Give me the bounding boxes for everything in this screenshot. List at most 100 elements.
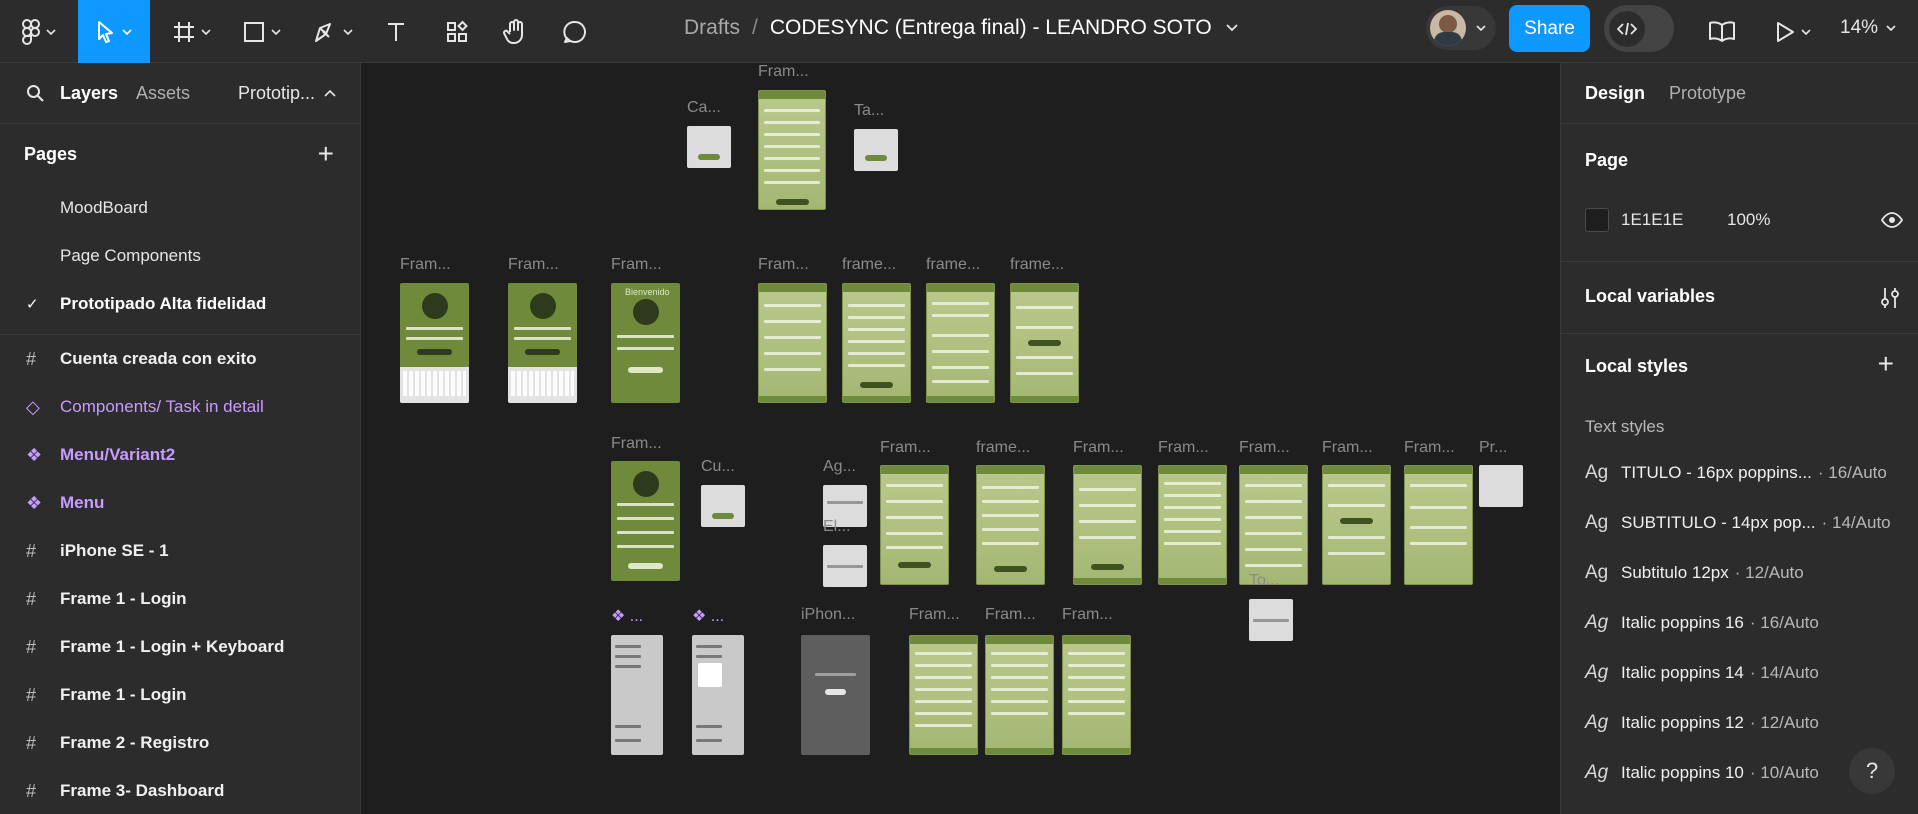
frame-tool-button[interactable] bbox=[166, 0, 218, 63]
local-variables-title[interactable]: Local variables bbox=[1585, 286, 1715, 307]
frame-label[interactable]: Ca... bbox=[687, 99, 721, 117]
layer-frame1-login[interactable]: # Frame 1 - Login bbox=[0, 575, 360, 623]
frame-thumbnail[interactable] bbox=[909, 635, 978, 755]
frame-label[interactable]: Fram... bbox=[1062, 606, 1113, 624]
zoom-menu[interactable]: 14% bbox=[1840, 0, 1896, 56]
frame-label[interactable]: Fram... bbox=[1158, 439, 1209, 457]
frame-label[interactable]: frame... bbox=[926, 256, 980, 274]
text-style-item[interactable]: Ag Subtitulo 12px · 12/Auto bbox=[1561, 548, 1918, 598]
text-style-item[interactable]: Ag TITULO - 16px poppins... · 16/Auto bbox=[1561, 448, 1918, 498]
frame-label[interactable]: Fram... bbox=[909, 606, 960, 624]
frame-thumbnail[interactable] bbox=[1239, 465, 1308, 585]
page-color-swatch[interactable] bbox=[1585, 208, 1609, 232]
chevron-up-icon[interactable] bbox=[324, 89, 336, 97]
component-thumbnail[interactable] bbox=[692, 635, 744, 755]
frame-thumbnail[interactable] bbox=[976, 465, 1045, 585]
frame-thumbnail[interactable] bbox=[926, 283, 995, 403]
frame-thumbnail[interactable] bbox=[611, 461, 680, 581]
frame-label[interactable]: Cu... bbox=[701, 458, 735, 476]
frame-thumbnail[interactable] bbox=[854, 129, 898, 171]
frame-label[interactable]: frame... bbox=[842, 256, 896, 274]
frame-label[interactable]: frame... bbox=[1010, 256, 1064, 274]
frame-thumbnail[interactable] bbox=[1479, 465, 1523, 507]
hand-tool-button[interactable] bbox=[494, 0, 536, 63]
frame-thumbnail[interactable] bbox=[1073, 465, 1142, 585]
text-style-item[interactable]: Ag SUBTITULO - 14px pop... · 14/Auto bbox=[1561, 498, 1918, 548]
text-style-item[interactable]: Ag Italic poppins 14 · 14/Auto bbox=[1561, 648, 1918, 698]
frame-thumbnail[interactable] bbox=[985, 635, 1054, 755]
frame-label[interactable]: Fram... bbox=[1239, 439, 1290, 457]
frame-thumbnail[interactable] bbox=[758, 90, 826, 210]
frame-label[interactable]: Ag... bbox=[823, 458, 856, 476]
frame-thumbnail[interactable]: Bienvenido bbox=[611, 283, 680, 403]
frame-label[interactable]: Fram... bbox=[611, 256, 662, 274]
frame-label[interactable]: Fram... bbox=[1073, 439, 1124, 457]
tab-layers[interactable]: Layers bbox=[60, 83, 118, 104]
variables-icon[interactable] bbox=[1879, 286, 1901, 310]
frame-label[interactable]: Fram... bbox=[985, 606, 1036, 624]
frame-thumbnail[interactable] bbox=[880, 465, 949, 585]
share-button[interactable]: Share bbox=[1509, 5, 1590, 52]
frame-thumbnail[interactable] bbox=[400, 283, 469, 403]
tab-prototype[interactable]: Prototype bbox=[1669, 83, 1746, 104]
comment-tool-button[interactable] bbox=[554, 0, 596, 63]
chevron-down-icon[interactable] bbox=[1226, 24, 1238, 32]
frame-label[interactable]: Fram... bbox=[508, 256, 559, 274]
layer-menu-variant2[interactable]: ❖ Menu/Variant2 bbox=[0, 431, 360, 479]
frame-label[interactable]: Fram... bbox=[758, 256, 809, 274]
frame-label[interactable]: El... bbox=[823, 518, 851, 536]
frame-label[interactable]: iPhon... bbox=[801, 606, 855, 624]
text-tool-button[interactable] bbox=[378, 0, 414, 63]
frame-label[interactable]: Fram... bbox=[1404, 439, 1455, 457]
figma-menu-button[interactable] bbox=[14, 0, 64, 63]
frame-label[interactable]: Fram... bbox=[1322, 439, 1373, 457]
frame-thumbnail[interactable] bbox=[508, 283, 577, 403]
frame-thumbnail[interactable] bbox=[1322, 465, 1391, 585]
text-style-item[interactable]: Ag Italic poppins 12 · 12/Auto bbox=[1561, 698, 1918, 748]
frame-label[interactable]: Fram... bbox=[758, 63, 809, 81]
page-item-prototipado[interactable]: ✓ Prototipado Alta fidelidad bbox=[0, 280, 360, 328]
resources-tool-button[interactable] bbox=[436, 0, 478, 63]
help-button[interactable]: ? bbox=[1849, 748, 1895, 794]
frame-thumbnail[interactable] bbox=[1249, 599, 1293, 641]
frame-thumbnail[interactable] bbox=[1062, 635, 1131, 755]
frame-label[interactable]: Ta... bbox=[854, 102, 884, 120]
eye-icon[interactable] bbox=[1881, 212, 1903, 228]
page-item-page-components[interactable]: Page Components bbox=[0, 232, 360, 280]
file-name[interactable]: CODESYNC (Entrega final) - LEANDRO SOTO bbox=[770, 16, 1212, 40]
component-thumbnail[interactable] bbox=[611, 635, 663, 755]
component-label[interactable]: ❖ ... bbox=[611, 606, 643, 626]
frame-thumbnail[interactable] bbox=[758, 283, 827, 403]
frame-thumbnail[interactable] bbox=[842, 283, 911, 403]
search-icon[interactable] bbox=[26, 84, 44, 102]
layer-components-task[interactable]: ◇ Components/ Task in detail bbox=[0, 383, 360, 431]
breadcrumb-drafts-link[interactable]: Drafts bbox=[684, 16, 740, 40]
present-button[interactable] bbox=[1770, 0, 1816, 63]
layer-frame3-dashboard[interactable]: # Frame 3- Dashboard bbox=[0, 767, 360, 814]
library-button[interactable] bbox=[1704, 0, 1740, 63]
frame-thumbnail[interactable] bbox=[1404, 465, 1473, 585]
frame-label[interactable]: Fram... bbox=[880, 439, 931, 457]
layer-menu[interactable]: ❖ Menu bbox=[0, 479, 360, 527]
component-label[interactable]: ❖ ... bbox=[692, 606, 724, 626]
page-opacity-value[interactable]: 100% bbox=[1727, 210, 1770, 230]
frame-label[interactable]: frame... bbox=[976, 439, 1030, 457]
dev-mode-toggle[interactable] bbox=[1604, 5, 1674, 52]
text-style-item[interactable]: Ag Italic poppins 16 · 16/Auto bbox=[1561, 598, 1918, 648]
add-page-button[interactable]: + bbox=[318, 138, 334, 170]
frame-label[interactable]: Fram... bbox=[611, 435, 662, 453]
frame-label[interactable]: Pr... bbox=[1479, 439, 1507, 457]
pen-tool-button[interactable] bbox=[306, 0, 360, 63]
frame-thumbnail[interactable] bbox=[801, 635, 870, 755]
shape-tool-button[interactable] bbox=[236, 0, 288, 63]
frame-thumbnail[interactable] bbox=[1158, 465, 1227, 585]
user-menu-button[interactable] bbox=[1426, 6, 1496, 50]
frame-label[interactable]: To... bbox=[1249, 572, 1279, 590]
page-switcher[interactable]: Prototip... bbox=[238, 83, 315, 104]
layer-frame1-login-keyboard[interactable]: # Frame 1 - Login + Keyboard bbox=[0, 623, 360, 671]
frame-thumbnail[interactable] bbox=[687, 126, 731, 168]
move-tool-button[interactable] bbox=[78, 0, 150, 63]
design-canvas[interactable]: Fram... Ca... Ta... Fram... Fram... Fram… bbox=[361, 63, 1560, 814]
layer-frame1-login-2[interactable]: # Frame 1 - Login bbox=[0, 671, 360, 719]
page-item-moodboard[interactable]: MoodBoard bbox=[0, 184, 360, 232]
